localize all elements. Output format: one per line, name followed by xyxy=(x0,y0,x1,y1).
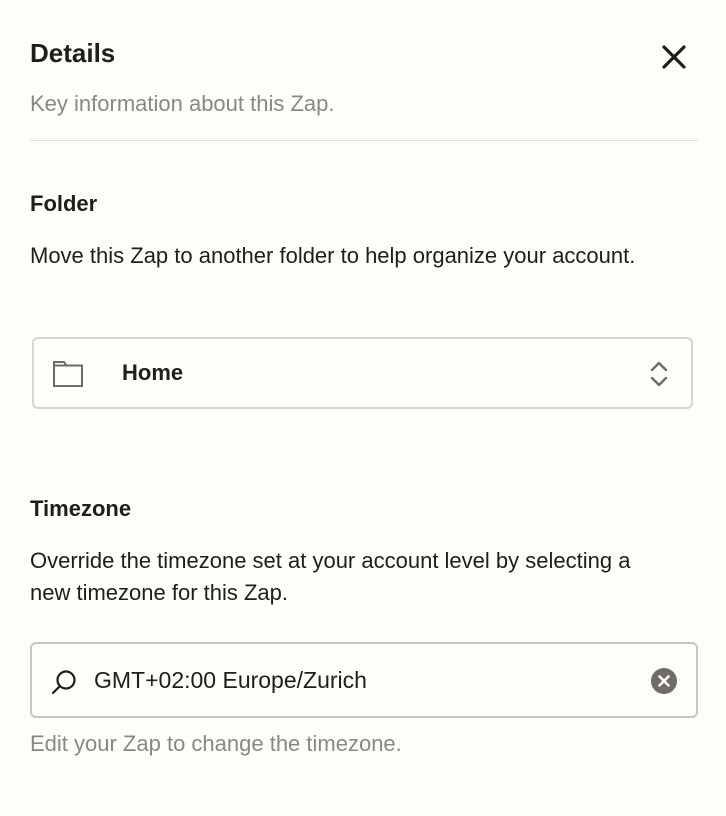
folder-select[interactable]: Home xyxy=(32,337,693,409)
header-divider xyxy=(30,140,698,141)
folder-description: Move this Zap to another folder to help … xyxy=(30,243,636,268)
timezone-field[interactable] xyxy=(30,642,698,718)
timezone-input[interactable] xyxy=(94,662,634,698)
search-icon xyxy=(51,670,76,695)
clear-timezone-button[interactable] xyxy=(650,667,678,695)
close-button[interactable] xyxy=(656,39,692,75)
panel-title: Details xyxy=(30,38,116,68)
close-icon xyxy=(662,45,686,69)
timezone-heading: Timezone xyxy=(30,496,132,521)
folder-heading: Folder xyxy=(30,191,98,216)
clear-icon xyxy=(651,668,677,694)
timezone-description: Override the timezone set at your accoun… xyxy=(30,548,631,605)
folder-selected-value: Home xyxy=(122,360,184,385)
details-panel: Details Key information about this Zap. … xyxy=(0,0,726,816)
chevron-up-down-icon xyxy=(650,361,668,387)
timezone-help-text: Edit your Zap to change the timezone. xyxy=(30,731,402,756)
folder-icon xyxy=(53,361,83,387)
panel-subtitle: Key information about this Zap. xyxy=(30,91,335,116)
